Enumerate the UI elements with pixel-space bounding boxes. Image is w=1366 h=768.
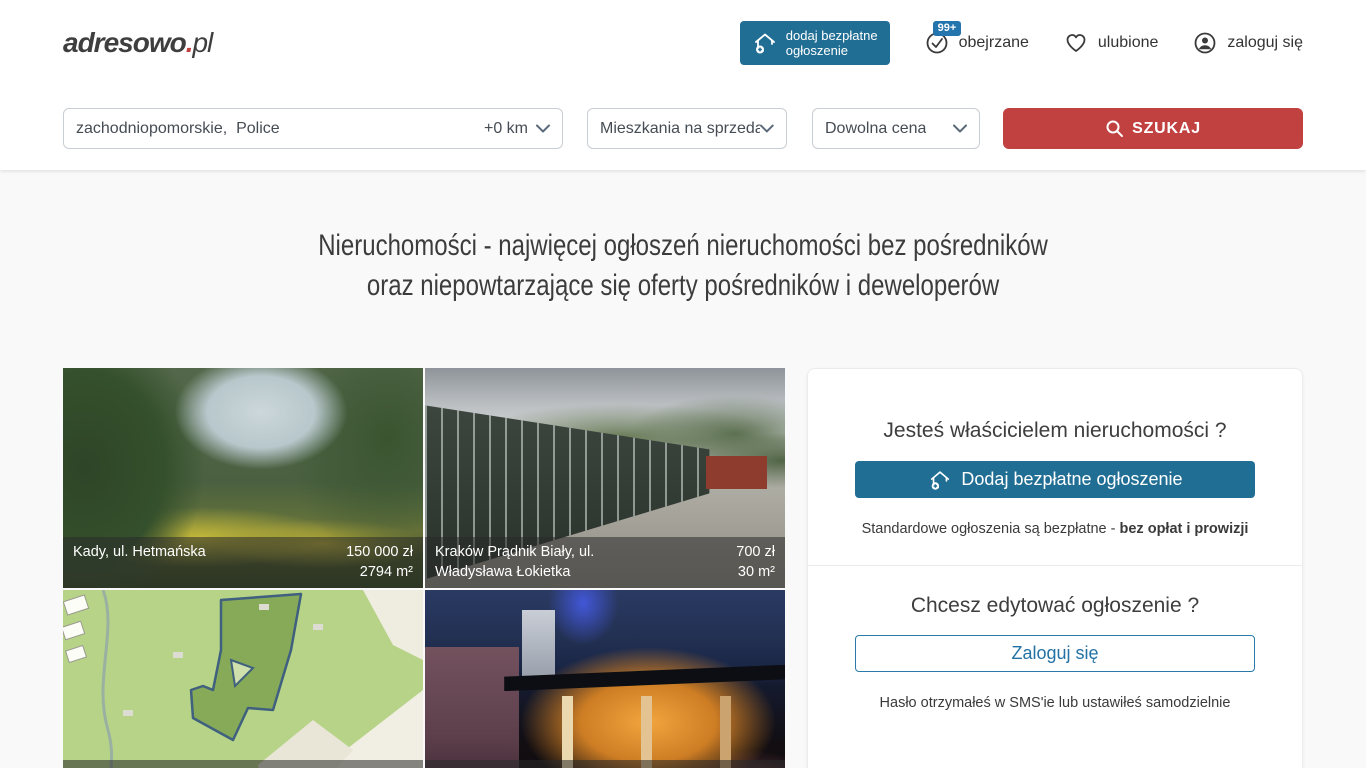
page-title: Nieruchomości - najwięcej ogłoszeń nieru…	[318, 226, 1048, 306]
search-button-label: SZUKAJ	[1132, 120, 1201, 138]
page-title-line1: Nieruchomości - najwięcej ogłoszeń nieru…	[318, 229, 1048, 262]
chevron-down-icon	[536, 124, 550, 133]
photo-chimney	[522, 610, 554, 676]
hero: Nieruchomości - najwięcej ogłoszeń nieru…	[0, 226, 1366, 306]
map-image	[63, 590, 423, 768]
owner-section: Jesteś właścicielem nieruchomości ? Doda…	[808, 369, 1302, 565]
edit-note: Hasło otrzymałeś w SMS'ie lub ustawiłeś …	[808, 695, 1302, 711]
category-value: Mieszkania na sprzeda	[600, 120, 760, 138]
page-title-line2: oraz niepowtarzające się oferty pośredni…	[367, 269, 999, 302]
viewed-label: obejrzane	[959, 34, 1029, 52]
radius-select[interactable]: +0 km	[484, 120, 550, 138]
location-field[interactable]: +0 km	[63, 108, 563, 149]
user-icon	[1192, 30, 1218, 56]
favorites-label: ulubione	[1098, 34, 1159, 52]
add-listing-line2: ogłoszenie	[786, 43, 848, 58]
viewed-link[interactable]: 99+ obejrzane	[924, 30, 1029, 56]
top-bar: adresowo.pl dodaj bezpłatne	[0, 0, 1366, 86]
top-actions: dodaj bezpłatne ogłoszenie 99+ obejrzane	[740, 21, 1303, 65]
add-listing-button[interactable]: dodaj bezpłatne ogłoszenie	[740, 21, 890, 65]
listing-price-area: 150 000 zł 2794 m²	[346, 542, 413, 582]
listing-area: 2794 m²	[360, 564, 413, 580]
listing-price: 700 zł	[736, 544, 775, 560]
photo-gazebo-post	[720, 696, 731, 768]
owner-heading: Jesteś właścicielem nieruchomości ?	[808, 419, 1302, 443]
sidebar-login-label: Zaloguj się	[1011, 643, 1098, 664]
sidebar-login-button[interactable]: Zaloguj się	[855, 635, 1255, 672]
check-circle-icon: 99+	[924, 30, 950, 56]
edit-heading: Chcesz edytować ogłoszenie ?	[808, 594, 1302, 618]
listing-title: Kraków Prądnik Biały, ul. Władysława Łok…	[435, 542, 670, 582]
listing-caption: Nowe Jastrzębka 300 000 zł	[63, 760, 423, 768]
listings-grid: Kady, ul. Hetmańska 150 000 zł 2794 m² K…	[63, 368, 785, 768]
listing-photo	[425, 590, 785, 768]
edit-section: Chcesz edytować ogłoszenie ? Zaloguj się…	[808, 566, 1302, 711]
listing-card[interactable]: Kady, ul. Hetmańska 150 000 zł 2794 m²	[63, 368, 423, 588]
photo-gazebo-post	[562, 696, 573, 768]
header: adresowo.pl dodaj bezpłatne	[0, 0, 1366, 170]
listing-photo	[63, 590, 423, 768]
add-listing-line1: dodaj bezpłatne	[786, 28, 878, 43]
listing-title: Kady, ul. Hetmańska	[73, 542, 206, 582]
category-select[interactable]: Mieszkania na sprzeda	[587, 108, 787, 149]
favorites-link[interactable]: ulubione	[1063, 30, 1159, 56]
listing-caption: Jurata, ul. ks. Hieronima 380 000 zł	[425, 760, 785, 768]
logo-main: adresowo	[63, 27, 186, 58]
house-plus-icon	[927, 467, 953, 493]
logo-tld: pl	[192, 27, 212, 58]
login-label: zaloguj się	[1227, 34, 1303, 52]
photo-gazebo-post	[641, 696, 652, 768]
listing-card[interactable]: Kraków Prądnik Biały, ul. Władysława Łok…	[425, 368, 785, 588]
logo[interactable]: adresowo.pl	[63, 27, 212, 59]
owner-note: Standardowe ogłoszenia są bezpłatne - be…	[808, 521, 1302, 537]
page: adresowo.pl dodaj bezpłatne	[0, 0, 1366, 768]
add-listing-label: dodaj bezpłatne ogłoszenie	[786, 28, 878, 58]
house-plus-icon	[752, 30, 778, 56]
listing-area: 30 m²	[738, 564, 775, 580]
listing-card[interactable]: Jurata, ul. ks. Hieronima 380 000 zł	[425, 590, 785, 768]
photo-red-containers	[706, 456, 767, 489]
location-input[interactable]	[76, 120, 484, 138]
viewed-count-badge: 99+	[933, 21, 962, 36]
owner-note-bold: bez opłat i prowizji	[1120, 521, 1249, 537]
login-link[interactable]: zaloguj się	[1192, 30, 1303, 56]
search-button[interactable]: SZUKAJ	[1003, 108, 1303, 149]
search-icon	[1105, 119, 1124, 138]
chevron-down-icon	[953, 124, 967, 133]
listing-caption: Kady, ul. Hetmańska 150 000 zł 2794 m²	[63, 537, 423, 588]
photo-house-wall	[425, 647, 519, 768]
sidebar: Jesteś właścicielem nieruchomości ? Doda…	[807, 368, 1303, 768]
owner-note-regular: Standardowe ogłoszenia są bezpłatne -	[862, 521, 1120, 537]
sidebar-add-listing-label: Dodaj bezpłatne ogłoszenie	[961, 469, 1182, 490]
price-value: Dowolna cena	[825, 120, 926, 138]
chevron-down-icon	[760, 124, 774, 133]
listing-price: 150 000 zł	[346, 544, 413, 560]
listing-card[interactable]: Nowe Jastrzębka 300 000 zł	[63, 590, 423, 768]
price-select[interactable]: Dowolna cena	[812, 108, 980, 149]
listing-price-area: 700 zł 30 m²	[736, 542, 775, 582]
radius-value: +0 km	[484, 120, 528, 138]
sidebar-add-listing-button[interactable]: Dodaj bezpłatne ogłoszenie	[855, 461, 1255, 498]
search-bar: +0 km Mieszkania na sprzeda Dowolna cena…	[0, 108, 1366, 149]
heart-icon	[1063, 30, 1089, 56]
listing-caption: Kraków Prądnik Biały, ul. Władysława Łok…	[425, 537, 785, 588]
